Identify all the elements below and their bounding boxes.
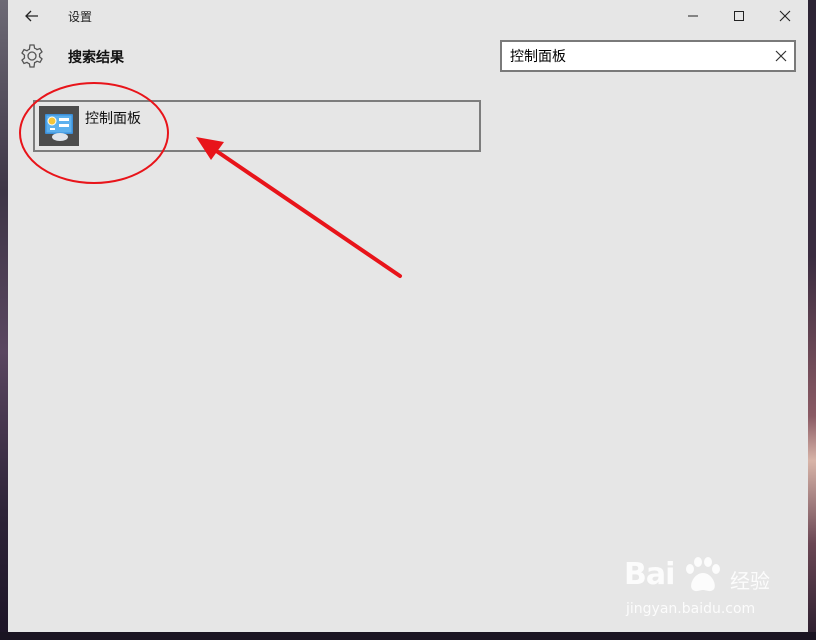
desktop-background-right: [808, 0, 816, 640]
close-button[interactable]: [762, 0, 808, 32]
back-arrow-icon: [25, 10, 38, 22]
result-label: 控制面板: [85, 111, 141, 127]
close-icon: [779, 10, 791, 22]
clear-x-icon[interactable]: [774, 49, 788, 63]
search-box[interactable]: [500, 40, 796, 72]
back-button[interactable]: [20, 4, 44, 28]
gear-icon: [21, 44, 43, 68]
maximize-icon: [734, 11, 744, 21]
window-title: 设置: [68, 10, 93, 24]
title-bar: 设置: [8, 0, 808, 32]
maximize-button[interactable]: [716, 0, 762, 32]
desktop-background-bottom: [0, 632, 816, 640]
search-result-item[interactable]: 控制面板: [33, 100, 481, 152]
desktop-background-left: [0, 0, 8, 640]
settings-window: 设置 搜索结果 控制面板 控制面板: [8, 0, 808, 632]
minimize-button[interactable]: [670, 0, 716, 32]
search-input[interactable]: [510, 42, 760, 70]
minimize-icon: [688, 15, 698, 17]
control-panel-icon: [39, 106, 79, 146]
page-title: 搜索结果: [68, 50, 124, 66]
